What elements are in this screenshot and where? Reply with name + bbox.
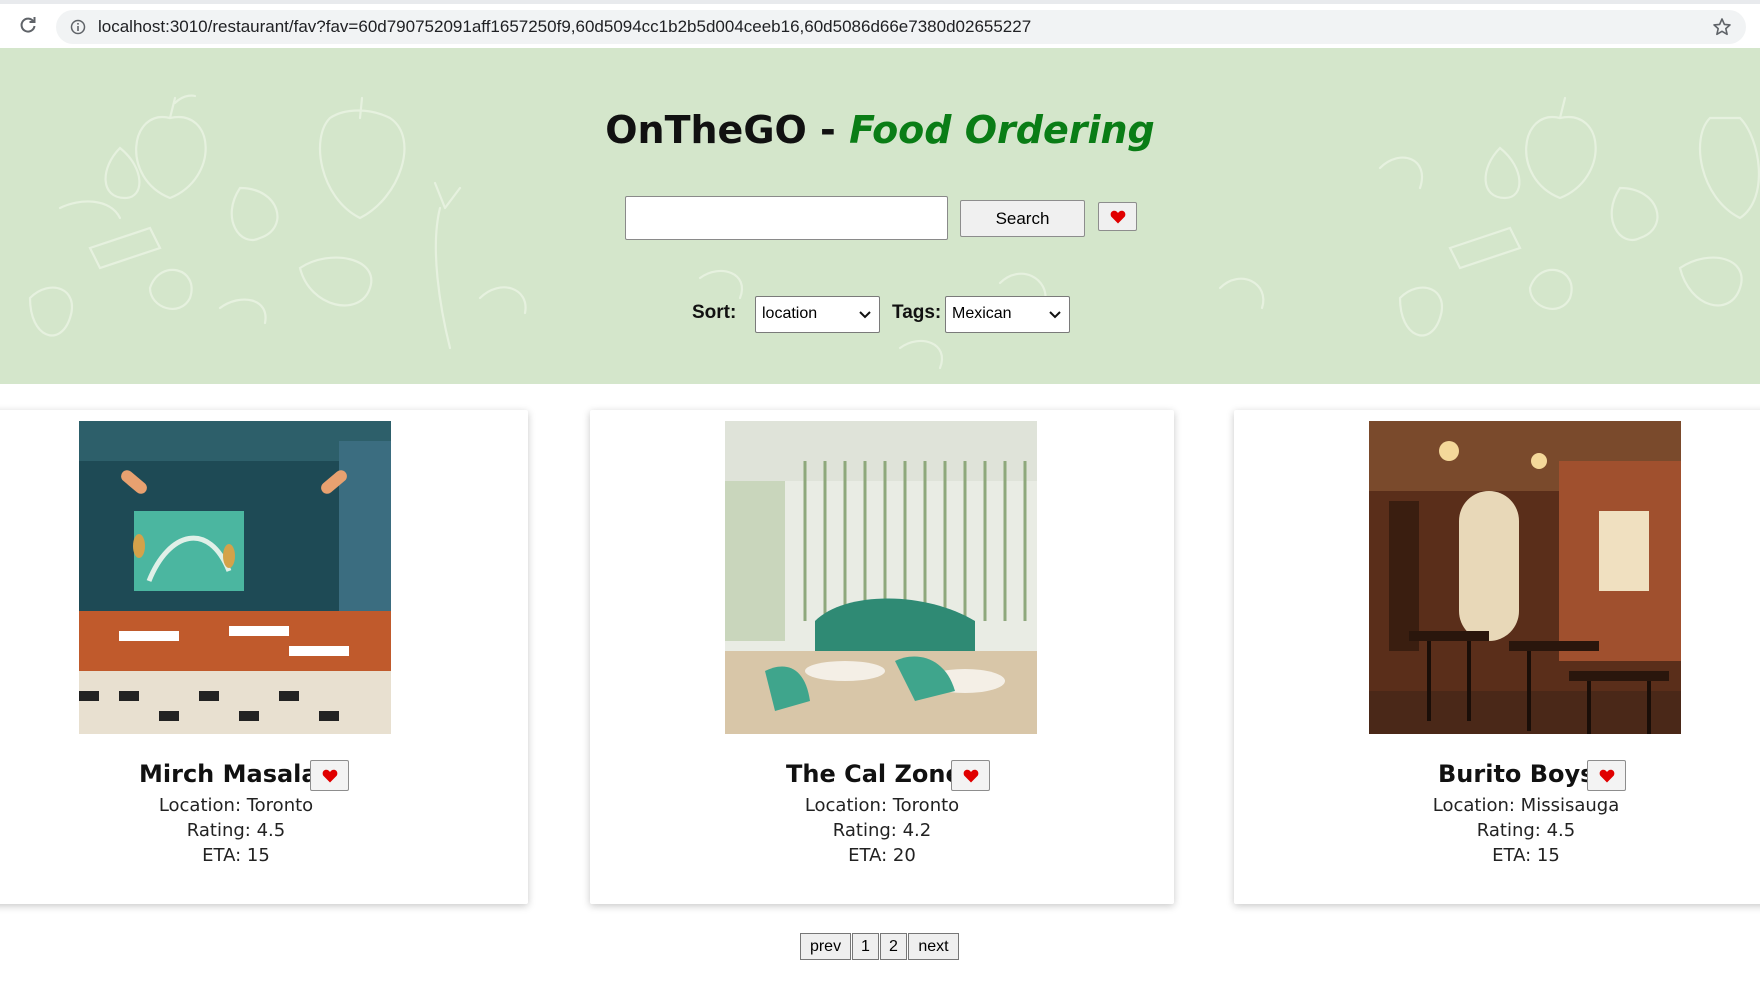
address-bar[interactable]: localhost:3010/restaurant/fav?fav=60d790…: [56, 10, 1746, 44]
pagination: prev 1 2 next: [800, 933, 960, 960]
chevron-down-icon: [859, 311, 871, 319]
restaurant-location: Location: Toronto: [158, 795, 314, 816]
restaurant-rating: Rating: 4.2: [832, 820, 932, 841]
favorite-toggle-button[interactable]: [1587, 760, 1626, 791]
tags-select-value: Mexican: [952, 305, 1012, 322]
browser-toolbar: localhost:3010/restaurant/fav?fav=60d790…: [0, 0, 1760, 48]
restaurant-card[interactable]: Burito Boys Location: Missisauga Rating:…: [1234, 410, 1760, 904]
restaurant-eta: ETA: 20: [848, 845, 916, 866]
heart-icon: [1110, 210, 1125, 223]
url-text[interactable]: localhost:3010/restaurant/fav?fav=60d790…: [98, 17, 1031, 37]
star-icon[interactable]: [1712, 17, 1732, 37]
sort-select-value: location: [762, 305, 818, 322]
restaurant-photo: [1369, 421, 1681, 734]
next-page-button[interactable]: next: [908, 933, 959, 960]
tab-strip: [0, 0, 1760, 4]
chevron-down-icon: [1049, 311, 1061, 319]
sort-label: Sort:: [692, 302, 737, 323]
restaurant-location: Location: Missisauga: [1432, 795, 1620, 816]
sort-select[interactable]: location: [755, 296, 880, 333]
page-title: OnTheGO - Food Ordering: [0, 108, 1760, 152]
restaurant-rating: Rating: 4.5: [186, 820, 286, 841]
tags-label: Tags:: [892, 302, 942, 323]
title-separator: -: [806, 108, 850, 152]
favorite-toggle-button[interactable]: [310, 760, 349, 791]
page-1-button[interactable]: 1: [852, 933, 879, 960]
brand-name: OnTheGO: [605, 108, 807, 152]
favorites-button[interactable]: [1098, 202, 1137, 231]
restaurant-eta: ETA: 15: [202, 845, 270, 866]
heart-icon: [963, 769, 978, 782]
restaurant-card[interactable]: The Cal Zone Location: Toronto Rating: 4…: [590, 410, 1174, 904]
prev-page-button[interactable]: prev: [800, 933, 851, 960]
page-2-button[interactable]: 2: [880, 933, 907, 960]
restaurant-rating: Rating: 4.5: [1476, 820, 1576, 841]
restaurant-location: Location: Toronto: [804, 795, 960, 816]
brand-subtitle: Food Ordering: [849, 108, 1155, 152]
info-icon[interactable]: [70, 19, 86, 35]
reload-icon[interactable]: [18, 14, 38, 34]
restaurant-name: The Cal Zone: [786, 760, 962, 788]
search-input[interactable]: [625, 196, 948, 240]
restaurant-card[interactable]: Mirch Masala Location: Toronto Rating: 4…: [0, 410, 528, 904]
restaurant-photo: [79, 421, 391, 734]
restaurant-photo: [725, 421, 1037, 734]
restaurant-name: Mirch Masala: [139, 760, 318, 788]
tags-select[interactable]: Mexican: [945, 296, 1070, 333]
favorite-toggle-button[interactable]: [951, 760, 990, 791]
search-button[interactable]: Search: [960, 200, 1085, 237]
restaurant-eta: ETA: 15: [1492, 845, 1560, 866]
hero-header: OnTheGO - Food Ordering Search Sort: loc…: [0, 48, 1760, 384]
heart-icon: [322, 769, 337, 782]
restaurant-name: Burito Boys: [1438, 760, 1595, 788]
heart-icon: [1599, 769, 1614, 782]
